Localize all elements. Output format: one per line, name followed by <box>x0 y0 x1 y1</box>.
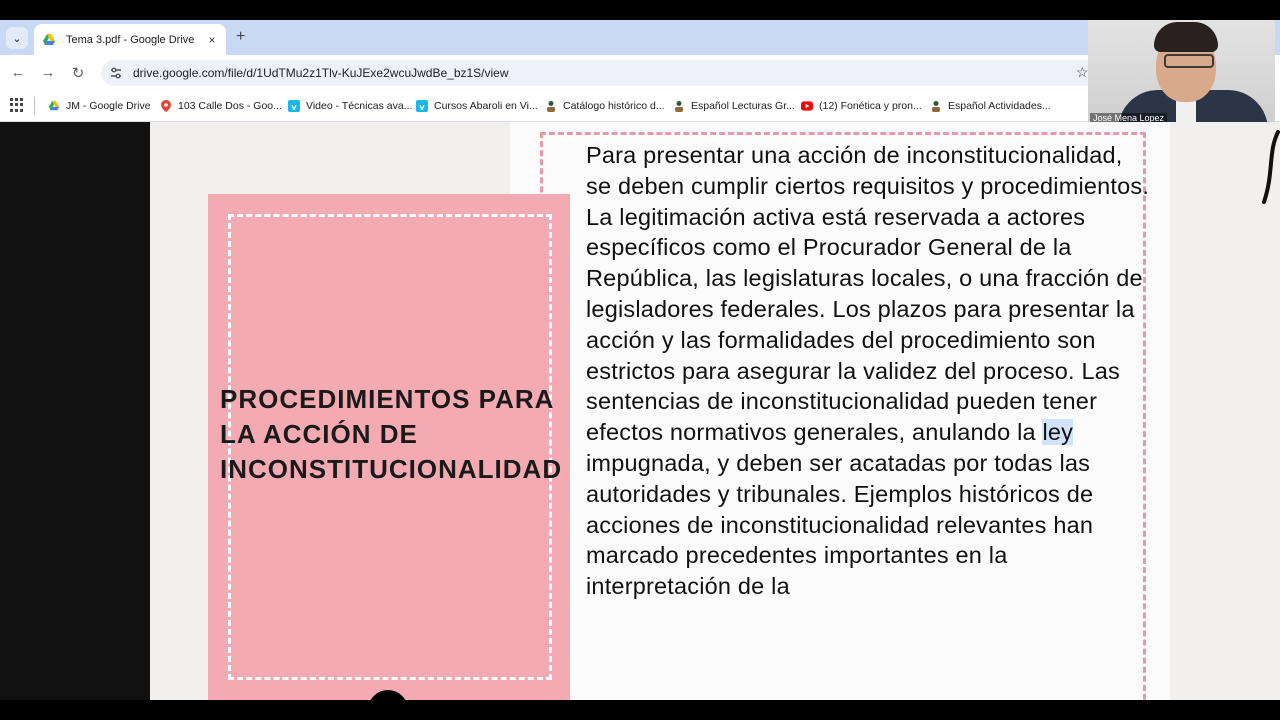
bookmark-star-icon[interactable]: ☆ <box>1076 64 1089 81</box>
svg-text:v: v <box>291 102 296 112</box>
vimeo-icon: v <box>288 100 300 112</box>
apps-grid-icon[interactable] <box>10 98 24 112</box>
forward-icon[interactable]: → <box>38 64 58 81</box>
back-icon[interactable]: ← <box>8 64 28 81</box>
bottom-black-bar <box>0 700 1280 720</box>
bookmark-label: 103 Calle Dos - Goo... <box>178 100 282 112</box>
person-icon <box>673 100 685 112</box>
pdf-page[interactable]: PROCEDIMIENTOS PARA LA ACCIÓN DE INCONST… <box>150 122 1280 700</box>
selected-word[interactable]: ley <box>1042 419 1074 446</box>
body-paragraph[interactable]: Para presentar una acción de inconstituc… <box>586 140 1151 602</box>
bookmarks-divider <box>34 97 35 115</box>
site-settings-icon[interactable] <box>109 66 123 80</box>
bookmark-item[interactable]: 103 Calle Dos - Goo... <box>160 91 282 121</box>
vimeo-icon: v <box>416 100 428 112</box>
chevron-down-icon: ⌄ <box>12 32 22 45</box>
top-black-bar <box>0 0 1280 20</box>
maps-pin-icon <box>160 100 172 112</box>
card-title: PROCEDIMIENTOS PARA LA ACCIÓN DE INCONST… <box>220 384 563 484</box>
left-dark-panel <box>0 122 150 700</box>
google-drive-icon <box>48 100 60 112</box>
url-text: drive.google.com/file/d/1UdTMu2z1Tlv-KuJ… <box>133 66 509 80</box>
bookmark-label: (12) Fonética y pron... <box>819 100 922 112</box>
tab-search-button[interactable]: ⌄ <box>6 27 28 49</box>
decorative-squiggle <box>1262 130 1280 204</box>
svg-text:v: v <box>419 102 424 112</box>
body-text-after: impugnada, y deben ser acatadas por toda… <box>586 449 1094 600</box>
bookmark-label: JM - Google Drive <box>66 100 151 112</box>
bookmark-item[interactable]: v Video - Técnicas ava... <box>288 91 412 121</box>
bookmark-item[interactable]: Catálogo histórico d... <box>545 91 665 121</box>
bookmark-label: Español Actividades... <box>948 100 1051 112</box>
bookmark-item[interactable]: v Cursos Abaroli en Vi... <box>416 91 538 121</box>
bookmark-label: Cursos Abaroli en Vi... <box>434 100 538 112</box>
bookmark-label: Catálogo histórico d... <box>563 100 665 112</box>
body-text-before: Para presentar una acción de inconstituc… <box>586 142 1150 446</box>
bookmark-item[interactable]: (12) Fonética y pron... <box>801 91 922 121</box>
bookmark-label: Español Lecturas Gr... <box>691 100 795 112</box>
new-tab-button[interactable]: + <box>236 28 245 46</box>
person-icon <box>930 100 942 112</box>
bookmark-label: Video - Técnicas ava... <box>306 100 413 112</box>
google-drive-icon <box>42 33 56 47</box>
bookmark-item[interactable]: Español Lecturas Gr... <box>673 91 795 121</box>
address-bar[interactable]: drive.google.com/file/d/1UdTMu2z1Tlv-KuJ… <box>101 60 1101 86</box>
close-icon[interactable]: × <box>204 33 220 47</box>
webcam-overlay: José Mena Lopez <box>1088 20 1275 125</box>
tab-active[interactable]: Tema 3.pdf - Google Drive × <box>34 24 226 55</box>
tab-title: Tema 3.pdf - Google Drive <box>66 33 195 46</box>
reload-icon[interactable]: ↻ <box>68 64 88 82</box>
bookmark-item[interactable]: Español Actividades... <box>930 91 1051 121</box>
person-icon <box>545 100 557 112</box>
bookmark-item[interactable]: JM - Google Drive <box>48 91 151 121</box>
youtube-icon <box>801 100 813 112</box>
